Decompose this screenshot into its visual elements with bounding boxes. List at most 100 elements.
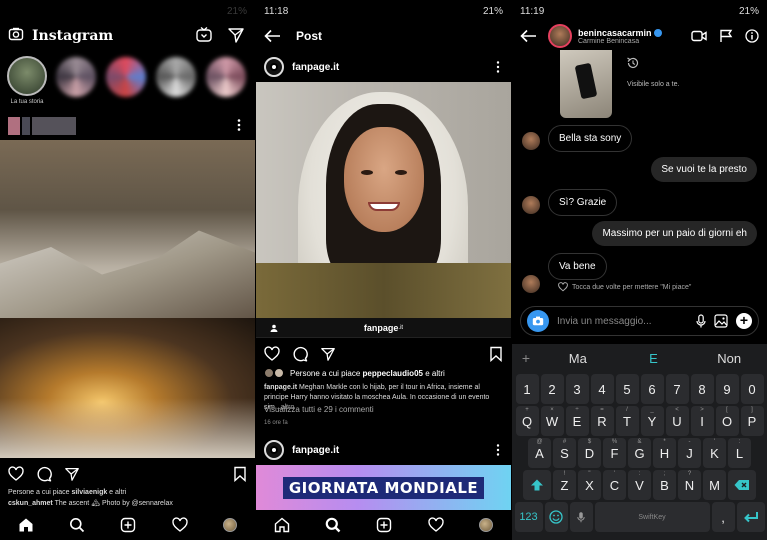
camera-icon[interactable] [8, 26, 28, 46]
profile-avatar[interactable] [223, 518, 238, 532]
microphone-icon[interactable] [696, 314, 706, 328]
comment-icon[interactable] [292, 346, 308, 362]
key[interactable]: 2 [540, 374, 564, 404]
like-heart-icon[interactable] [8, 466, 24, 482]
key-i[interactable]: > I [690, 406, 714, 436]
key-q[interactable]: + Q [515, 406, 539, 436]
shift-key-icon[interactable] [523, 470, 551, 500]
space-bar[interactable]: SwiftKey [594, 502, 710, 532]
message-input[interactable]: Invia un messaggio... [557, 316, 688, 327]
key-x[interactable]: " X [578, 470, 601, 500]
new-post-icon[interactable] [376, 517, 392, 533]
share-icon[interactable] [64, 466, 80, 482]
more-actions-button[interactable]: + [736, 313, 752, 329]
replay-icon[interactable] [626, 56, 640, 70]
key-c[interactable]: ' C [603, 470, 626, 500]
emoji-key-icon[interactable] [544, 502, 568, 532]
home-icon[interactable] [274, 517, 290, 533]
key-d[interactable]: $ D [578, 438, 601, 468]
tag-person-icon[interactable] [270, 324, 278, 332]
toolbar-plus-icon[interactable]: + [512, 350, 540, 366]
igtv-icon[interactable] [195, 26, 215, 46]
save-bookmark-icon[interactable] [489, 346, 503, 362]
message-bubble-outgoing[interactable]: Se vuoi te la presto [651, 157, 757, 182]
heart-outline-icon[interactable] [558, 282, 568, 292]
back-arrow-icon[interactable] [520, 29, 538, 43]
suggestion-item[interactable]: Non [691, 351, 767, 366]
voice-key-icon[interactable] [569, 502, 593, 532]
key-v[interactable]: :V [628, 470, 651, 500]
video-call-icon[interactable] [691, 30, 707, 42]
new-post-icon[interactable] [120, 517, 136, 533]
flag-icon[interactable] [719, 29, 733, 43]
share-icon[interactable] [320, 346, 336, 362]
key[interactable]: 8 [690, 374, 714, 404]
backspace-key-icon[interactable] [728, 470, 756, 500]
likes-summary[interactable]: Persone a cui piace peppeclaudio05 e alt… [264, 368, 445, 378]
key-y[interactable]: _ Y [640, 406, 664, 436]
message-bubble-incoming[interactable]: Sì? Grazie [548, 189, 618, 216]
key-s[interactable]: # S [553, 438, 576, 468]
activity-heart-icon[interactable] [428, 517, 444, 533]
key-b[interactable]: ; B [653, 470, 676, 500]
key[interactable]: 9 [715, 374, 739, 404]
more-options-icon[interactable] [493, 60, 503, 74]
key-m[interactable]: M [703, 470, 726, 500]
key[interactable]: 5 [615, 374, 639, 404]
key-f[interactable]: % F [603, 438, 626, 468]
key-j[interactable]: -J [678, 438, 701, 468]
story-item[interactable] [206, 56, 248, 110]
key[interactable]: 6 [640, 374, 664, 404]
suggestion-item[interactable]: Ma [540, 351, 616, 366]
likes-summary[interactable]: Persone a cui piace silviaenigk e altri [8, 488, 126, 498]
account-name[interactable]: fanpage.it [292, 62, 339, 73]
key-n[interactable]: ? N [678, 470, 701, 500]
key[interactable]: 3 [565, 374, 589, 404]
back-arrow-icon[interactable] [264, 29, 282, 43]
contact-info[interactable]: benincasacarmin Carmine Benincasa [578, 28, 663, 45]
key[interactable]: 0 [740, 374, 764, 404]
key-h[interactable]: * H [653, 438, 676, 468]
enter-key-icon[interactable] [736, 502, 765, 532]
key-o[interactable]: [O [715, 406, 739, 436]
feed-post-photo[interactable] [0, 140, 255, 458]
key[interactable]: 1 [515, 374, 539, 404]
view-comments-link[interactable]: Visualizza tutti e 29 i commenti [264, 405, 374, 415]
key-u[interactable]: < U [665, 406, 689, 436]
own-story[interactable]: La tua storia [6, 56, 48, 110]
symbols-key[interactable]: 123 [514, 502, 543, 532]
key-p[interactable]: ] P [740, 406, 764, 436]
more-options-icon[interactable] [493, 443, 503, 457]
camera-button[interactable] [527, 310, 549, 332]
profile-avatar[interactable] [479, 518, 494, 532]
search-icon[interactable] [325, 517, 341, 533]
save-bookmark-icon[interactable] [233, 466, 247, 482]
account-avatar[interactable] [264, 57, 284, 77]
key-l[interactable]: :L [728, 438, 751, 468]
key-e[interactable]: ÷ E [565, 406, 589, 436]
message-bubble-incoming[interactable]: Bella sta sony [548, 125, 633, 152]
direct-message-icon[interactable] [227, 26, 247, 46]
key-w[interactable]: × W [540, 406, 564, 436]
activity-heart-icon[interactable] [172, 517, 188, 533]
story-item[interactable] [106, 56, 148, 110]
key-g[interactable]: & G [628, 438, 651, 468]
like-heart-icon[interactable] [264, 346, 280, 362]
key[interactable]: 4 [590, 374, 614, 404]
gallery-icon[interactable] [714, 314, 728, 328]
comma-key[interactable]: , [711, 502, 735, 532]
account-avatar[interactable] [264, 440, 284, 460]
story-item[interactable] [56, 56, 98, 110]
key-z[interactable]: ! Z [553, 470, 576, 500]
account-name[interactable]: fanpage.it [292, 445, 339, 456]
story-item[interactable] [156, 56, 198, 110]
key-a[interactable]: @ A [528, 438, 551, 468]
search-icon[interactable] [69, 517, 85, 533]
message-bubble-outgoing[interactable]: Massimo per un paio di giorni eh [592, 221, 757, 246]
home-icon[interactable] [18, 517, 34, 533]
post-photo[interactable] [256, 82, 511, 318]
key[interactable]: 7 [665, 374, 689, 404]
contact-avatar[interactable] [548, 24, 572, 48]
key-k[interactable]: ' K [703, 438, 726, 468]
suggestion-item[interactable]: E [616, 351, 692, 366]
